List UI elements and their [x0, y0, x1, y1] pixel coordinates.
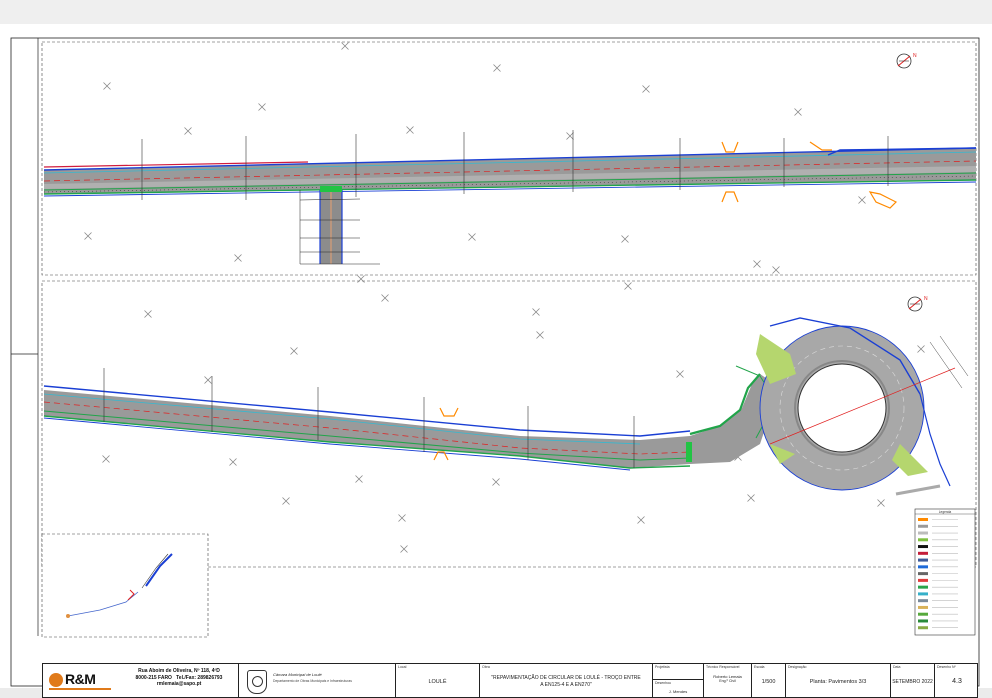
data-value: SETEMBRO 2022 — [892, 679, 933, 685]
escala-label: Escala — [754, 665, 765, 669]
designacao-cell: Designação Planta: Pavimentos 3/3 — [786, 664, 891, 697]
legend-swatch — [918, 592, 928, 596]
legend-swatch — [918, 531, 928, 535]
obra-label: Obra — [482, 665, 490, 669]
escala-value: 1/500 — [761, 679, 776, 685]
drawing-sheet: N N Legenda R&M Rua Aboim de Oliveira, N — [0, 24, 992, 698]
plan-drawing: N N Legenda — [10, 37, 980, 687]
legend-box: Legenda — [914, 508, 976, 636]
municipality-crest-icon — [247, 670, 267, 694]
company-email: rmlemaia@sapo.pt — [156, 681, 202, 687]
legend-swatch — [918, 565, 928, 569]
legend-swatch — [918, 626, 928, 630]
projetista-label: Projetista — [655, 665, 670, 669]
municipality-name: Câmara Municipal de Loulé — [273, 672, 322, 677]
north-arrow-icon: N — [896, 53, 917, 69]
legend-swatch — [918, 572, 928, 576]
obra-line-1: "REPAVIMENTAÇÃO DE CIRCULAR DE LOULÉ - T… — [491, 675, 641, 681]
north-arrow-icon: N — [907, 296, 928, 312]
responsavel-title: Eng.º Civil — [719, 679, 736, 683]
company-phone: Tel./Fax: 289826793 — [176, 674, 223, 681]
legend-swatch — [918, 558, 928, 562]
logo-circle-icon — [49, 673, 63, 687]
legend-swatch — [918, 551, 928, 555]
legend-swatch — [918, 524, 928, 528]
responsavel-cell: Técnico Responsável Roberto Lemaia Eng.º… — [704, 664, 752, 697]
designacao-label: Designação — [788, 665, 807, 669]
legend-title: Legenda — [939, 510, 952, 514]
company-logo: R&M — [49, 671, 111, 691]
company-cell: R&M Rua Aboim de Oliveira, Nº 118, 4ºD 8… — [43, 664, 239, 697]
obra-cell: Obra "REPAVIMENTAÇÃO DE CIRCULAR DE LOUL… — [480, 664, 653, 697]
legend-swatch — [918, 578, 928, 582]
numero-cell: Desenho Nº 4.3 — [935, 664, 979, 697]
legend-swatch — [918, 585, 928, 589]
desenhou-value: J. Mendes — [668, 689, 688, 694]
legend-swatch — [918, 518, 928, 521]
location-inset — [41, 533, 209, 638]
obra-line-2: A EN125-4 E A EN270" — [540, 682, 592, 688]
road-segment-top — [43, 130, 977, 265]
local-cell: Local LOULÉ — [396, 664, 480, 697]
numero-value: 4.3 — [952, 678, 962, 685]
title-block: R&M Rua Aboim de Oliveira, Nº 118, 4ºD 8… — [42, 663, 978, 698]
svg-text:N: N — [924, 296, 928, 302]
municipality-cell: Câmara Municipal de Loulé Departamento d… — [239, 664, 396, 697]
projetista-cell: Projetista Desenhou J. Mendes — [653, 664, 704, 697]
data-cell: Data SETEMBRO 2022 — [891, 664, 935, 697]
responsavel-label: Técnico Responsável — [706, 665, 740, 669]
road-segment-bottom — [43, 365, 775, 471]
municipality-subtitle: Departamento de Obras Municipais e Infra… — [273, 679, 352, 683]
legend-swatch — [918, 612, 928, 616]
svg-text:N: N — [913, 53, 917, 59]
designacao-value: Planta: Pavimentos 3/3 — [809, 679, 867, 685]
data-label: Data — [893, 665, 901, 669]
numero-label: Desenho Nº — [937, 665, 956, 669]
roundabout — [756, 317, 969, 496]
desenhou-label: Desenhou — [655, 681, 671, 685]
legend-swatch — [918, 619, 928, 623]
legend-swatch — [918, 599, 928, 603]
local-value: LOULÉ — [428, 679, 447, 685]
escala-cell: Escala 1/500 — [752, 664, 786, 697]
viewer-toolbar — [0, 0, 992, 25]
legend-swatch — [918, 545, 928, 549]
legend-swatch — [918, 538, 928, 542]
company-city: 8000-215 FARO — [135, 674, 172, 681]
legend-swatch — [918, 605, 928, 609]
local-label: Local — [398, 665, 407, 669]
